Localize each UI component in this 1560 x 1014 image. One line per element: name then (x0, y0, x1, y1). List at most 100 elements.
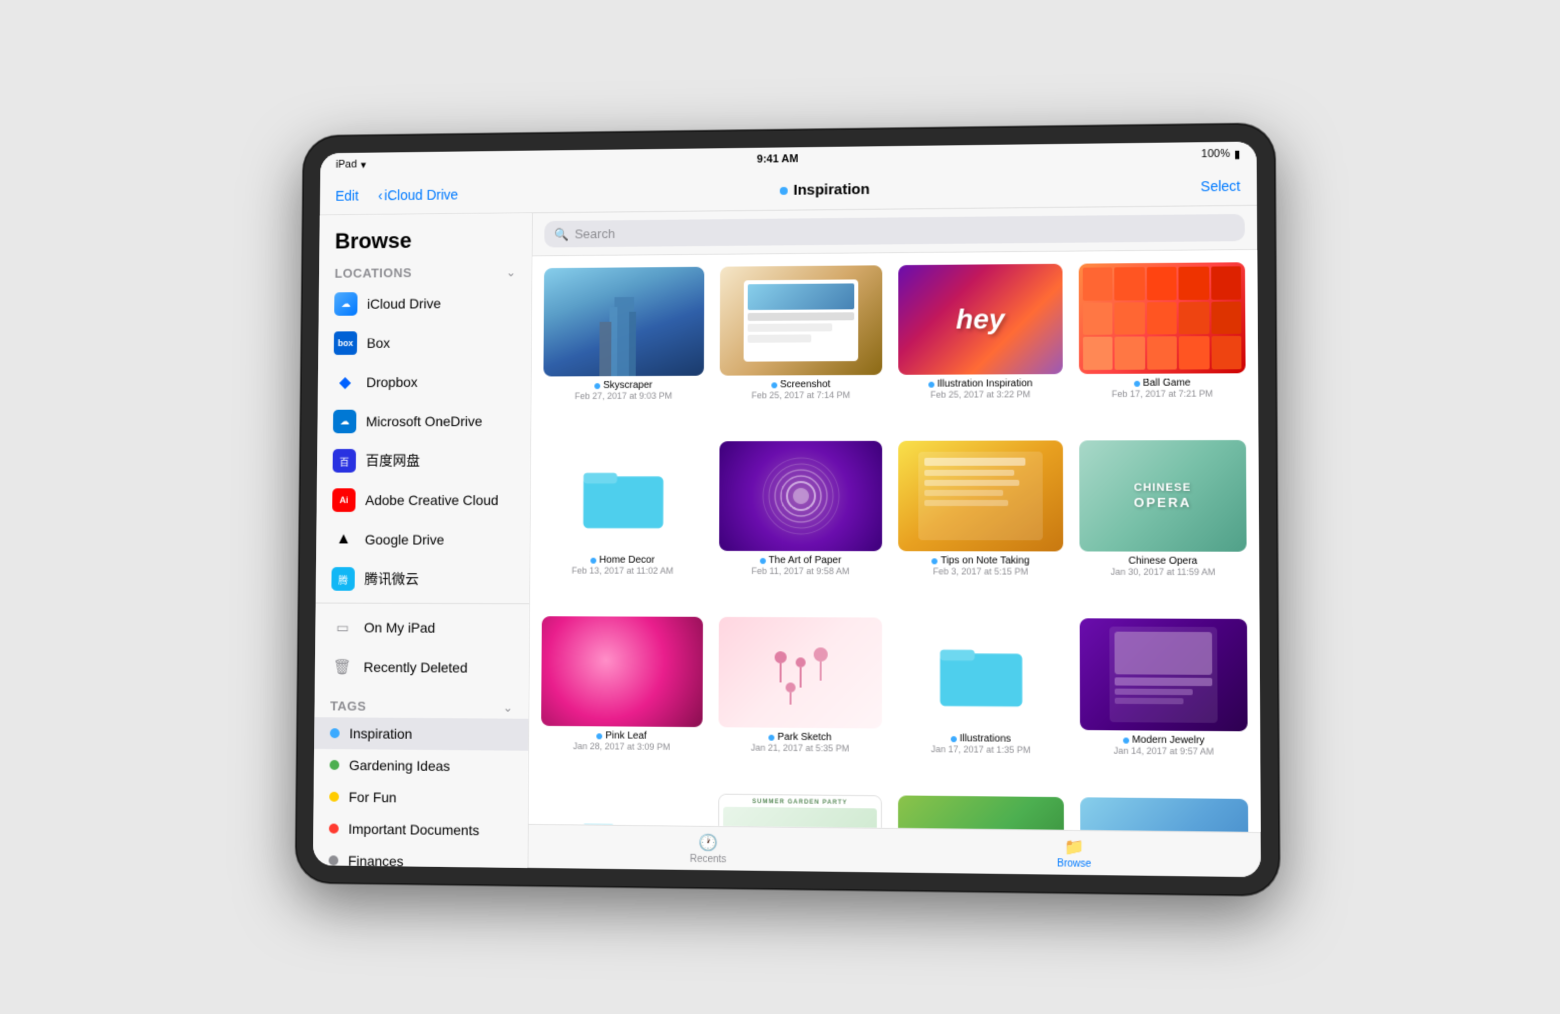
illustration-name: Illustration Inspiration (928, 378, 1032, 389)
wifi-icon: ▾ (361, 158, 366, 171)
file-whitstone[interactable]: Whitstone Farm Whitstone Farm (898, 795, 1064, 832)
sidebar-item-gdrive[interactable]: ▲ Google Drive (316, 520, 530, 560)
skyscraper-name: Skyscraper (594, 380, 652, 391)
sidebar-item-onedrive[interactable]: ☁ Microsoft OneDrive (317, 401, 530, 441)
sidebar-item-dropbox[interactable]: ◆ Dropbox (318, 362, 531, 402)
tab-recents[interactable]: 🕐 Recents (528, 830, 890, 867)
file-chineseopera[interactable]: CHINESE OPERA Chinese Opera Jan 30, 2017… (1079, 440, 1247, 603)
tag-finances[interactable]: Finances (313, 844, 528, 868)
pinkleaf-date: Jan 28, 2017 at 3:09 PM (573, 741, 670, 752)
box-label: Box (367, 335, 390, 351)
illustrations-date: Jan 17, 2017 at 1:35 PM (931, 744, 1031, 755)
ballgame-dot (1134, 380, 1140, 386)
file-illustrations[interactable]: Illustrations Jan 17, 2017 at 1:35 PM (898, 618, 1064, 781)
sidebar-item-deleted[interactable]: 🗑 Recently Deleted (315, 647, 529, 688)
back-button[interactable]: ‹ iCloud Drive (378, 186, 458, 203)
back-chevron-icon: ‹ (378, 187, 383, 203)
box-icon: box (334, 331, 357, 355)
locations-chevron-icon[interactable]: ⌄ (506, 265, 516, 279)
thumb-illustrations (898, 618, 1064, 730)
sidebar-item-tencent[interactable]: 腾 腾讯微云 (316, 559, 530, 599)
artofpaper-date: Feb 11, 2017 at 9:58 AM (751, 566, 849, 576)
onedrive-icon: ☁ (333, 410, 356, 434)
locations-section-header: Locations ⌄ (319, 260, 531, 284)
baidu-icon: 百 (333, 449, 356, 473)
gardening-dot (330, 760, 340, 770)
illustrations-name: Illustrations (950, 733, 1011, 745)
tag-inspiration[interactable]: Inspiration (314, 717, 528, 751)
file-extra[interactable] (1080, 797, 1249, 832)
pinkleaf-name: Pink Leaf (596, 730, 646, 741)
sidebar-item-ipad[interactable]: ▭ On My iPad (315, 607, 529, 648)
ballgame-date: Feb 17, 2017 at 7:21 PM (1112, 389, 1213, 399)
screenshot-dot (771, 382, 777, 388)
ipad-screen: iPad ▾ 9:41 AM 100% ▮ Edit ‹ iCloud Driv… (313, 142, 1261, 878)
dropbox-label: Dropbox (366, 374, 417, 390)
thumb-pinkleaf (541, 616, 703, 727)
tag-important[interactable]: Important Documents (313, 812, 528, 846)
tags-chevron-icon[interactable]: ⌄ (503, 700, 513, 714)
sidebar-item-box[interactable]: box Box (318, 322, 531, 362)
sidebar-item-adobe[interactable]: Ai Adobe Creative Cloud (317, 480, 530, 520)
tab-bar: 🕐 Recents 📁 Browse (528, 824, 1261, 877)
select-button[interactable]: Select (1201, 177, 1241, 193)
file-illustration[interactable]: hey Illustration Inspiration Feb 25, 201… (898, 264, 1063, 425)
sidebar-item-baidu[interactable]: 百 百度网盘 (317, 441, 530, 481)
inspiration-dot (330, 728, 340, 738)
tag-forfun[interactable]: For Fun (314, 781, 528, 815)
title-dot-icon (779, 186, 787, 194)
battery-icon: ▮ (1234, 147, 1240, 160)
icloud-label: iCloud Drive (367, 295, 441, 311)
file-tipsnotes[interactable]: Tips on Note Taking Feb 3, 2017 at 5:15 … (898, 440, 1063, 602)
thumb-illustration: hey (898, 264, 1063, 375)
tag-gardening[interactable]: Gardening Ideas (314, 749, 528, 783)
edit-button[interactable]: Edit (335, 187, 358, 203)
tencent-icon: 腾 (331, 567, 354, 591)
finances-dot (329, 855, 339, 865)
file-modernjewelry[interactable]: Modern Jewelry Jan 14, 2017 at 9:57 AM (1080, 618, 1248, 782)
file-artofpaper[interactable]: The Art of Paper Feb 11, 2017 at 9:58 AM (719, 441, 882, 602)
pinkleaf-dot (596, 733, 602, 739)
nav-title: Inspiration (779, 181, 869, 199)
search-bar: 🔍 Search (533, 206, 1258, 257)
status-right: 100% ▮ (1201, 147, 1240, 161)
search-input[interactable]: Search (575, 226, 615, 241)
important-dot (329, 824, 339, 834)
file-parksketch[interactable]: Park Sketch Jan 21, 2017 at 5:35 PM (718, 617, 882, 779)
trash-icon: 🗑 (330, 655, 354, 679)
forfun-label: For Fun (349, 789, 397, 805)
deleted-label: Recently Deleted (364, 659, 468, 675)
screenshot-date: Feb 25, 2017 at 7:14 PM (751, 390, 850, 400)
skyscraper-dot (594, 383, 600, 389)
sidebar-divider (316, 603, 529, 605)
file-screenshot[interactable]: Screenshot Feb 25, 2017 at 7:14 PM (720, 265, 883, 425)
sidebar-item-icloud[interactable]: ☁ iCloud Drive (319, 283, 532, 324)
thumb-screenshot (720, 265, 883, 375)
search-icon: 🔍 (554, 227, 569, 241)
tipsnotes-name: Tips on Note Taking (932, 555, 1030, 566)
file-homedecor[interactable]: Home Decor Feb 13, 2017 at 11:02 AM (542, 441, 704, 601)
ipad-label-text: On My iPad (364, 619, 435, 635)
thumb-tipsnotes (898, 440, 1063, 551)
tab-browse[interactable]: 📁 Browse (890, 834, 1261, 871)
tags-section-header: Tags ⌄ (315, 694, 529, 718)
file-pinkleaf[interactable]: Pink Leaf Jan 28, 2017 at 3:09 PM (541, 616, 703, 777)
file-skyscraper[interactable]: Skyscraper Feb 27, 2017 at 9:03 PM (543, 267, 704, 426)
ipad-device: iPad ▾ 9:41 AM 100% ▮ Edit ‹ iCloud Driv… (295, 123, 1279, 896)
adobe-icon: Ai (332, 488, 355, 512)
battery-label: 100% (1201, 148, 1230, 160)
finances-label: Finances (348, 853, 404, 868)
tipsnotes-dot (932, 558, 938, 564)
icloud-icon: ☁ (334, 292, 357, 316)
gdrive-label: Google Drive (365, 532, 445, 548)
status-left: iPad ▾ (336, 158, 366, 171)
thumb-homedecor (542, 441, 703, 551)
file-ballgame[interactable]: Ball Game Feb 17, 2017 at 7:21 PM (1079, 262, 1246, 424)
ipad-icon: ▭ (331, 615, 355, 639)
artofpaper-dot (759, 557, 765, 563)
chineseopera-date: Jan 30, 2017 at 11:59 AM (1111, 567, 1216, 577)
recents-label: Recents (690, 853, 727, 865)
adobe-label: Adobe Creative Cloud (365, 492, 498, 508)
right-panel: 🔍 Search Skyscraper (528, 206, 1261, 877)
search-input-wrap[interactable]: 🔍 Search (544, 214, 1245, 248)
